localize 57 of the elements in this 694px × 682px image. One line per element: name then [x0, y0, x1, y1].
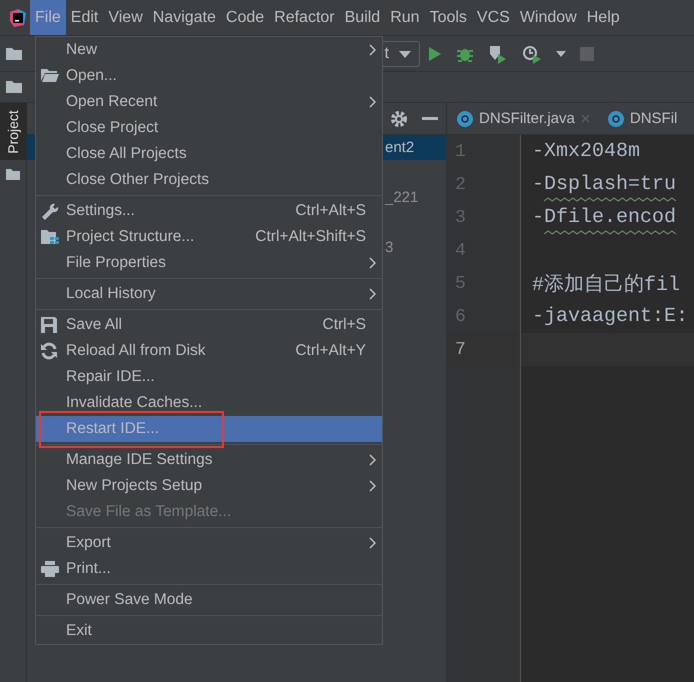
menu-item[interactable]: Export — [36, 530, 382, 556]
project-structure-icon — [4, 80, 22, 94]
menu-item[interactable]: Open Recent — [36, 89, 382, 115]
menu-bar-item[interactable]: Code — [220, 0, 270, 35]
menu-bar-item[interactable]: Tools — [424, 0, 472, 35]
menu-item[interactable]: Power Save Mode — [36, 587, 382, 613]
menu-item[interactable]: Save All Ctrl+S — [36, 312, 382, 338]
class-icon — [608, 110, 624, 126]
menu-bar-item[interactable]: Help — [582, 0, 625, 35]
menu-bar-item[interactable]: VCS — [472, 0, 515, 35]
menu-item[interactable]: Manage IDE Settings — [36, 447, 382, 473]
menu-item[interactable]: Close All Projects — [36, 141, 382, 167]
app-logo-icon — [8, 8, 28, 28]
coverage-shield-icon[interactable] — [488, 44, 508, 64]
settings-icon[interactable] — [390, 110, 408, 128]
menu-item[interactable]: Exit — [36, 618, 382, 644]
stop-icon[interactable] — [580, 46, 594, 60]
printer-icon — [40, 560, 60, 578]
reload-icon — [40, 342, 58, 360]
menu-item[interactable]: File Properties — [36, 250, 382, 276]
code-line: #添加自己的fil — [531, 272, 680, 297]
menu-item[interactable]: Reload All from Disk Ctrl+Alt+Y — [36, 338, 382, 364]
profiler-clock-icon[interactable] — [522, 44, 542, 64]
menu-item[interactable]: Project Structure... Ctrl+Alt+Shift+S — [36, 224, 382, 250]
menu-item[interactable]: Invalidate Caches... — [36, 390, 382, 416]
editor-tab[interactable]: DNSFilter.java — [447, 103, 598, 134]
run-icon[interactable] — [428, 46, 442, 62]
save-icon — [40, 316, 58, 334]
menu-bar-item[interactable]: View — [103, 0, 148, 35]
menu-bar-item[interactable]: Edit — [66, 0, 104, 35]
project-side-tab[interactable]: Project — [0, 103, 26, 160]
caret-icon[interactable] — [556, 50, 566, 56]
menu-item[interactable]: Print... — [36, 556, 382, 582]
wrench-icon — [40, 202, 60, 220]
menu-bar-item[interactable]: Build — [340, 0, 386, 35]
caret-icon — [399, 50, 411, 58]
code-line: -Xmx2048m — [531, 140, 640, 163]
code-line: -Dfile.encod — [531, 206, 676, 229]
menu-item[interactable]: New Projects Setup — [36, 473, 382, 499]
menu-item[interactable]: Settings... Ctrl+Alt+S — [36, 198, 382, 224]
menu-bar-item[interactable]: Run — [385, 0, 425, 35]
close-icon[interactable] — [580, 114, 590, 123]
code-line: -Dsplash=tru — [531, 173, 676, 196]
menu-item[interactable]: Local History — [36, 281, 382, 307]
menu-bar-item[interactable]: Navigate — [148, 0, 221, 35]
open-folder-icon — [4, 46, 22, 60]
menu-item[interactable]: Close Other Projects — [36, 167, 382, 193]
class-icon — [457, 110, 473, 126]
menu-item[interactable]: Repair IDE... — [36, 364, 382, 390]
folder-icon — [40, 67, 60, 83]
code-line: -javaagent:E: — [531, 305, 688, 328]
menu-bar-item[interactable]: Window — [514, 0, 582, 35]
editor-tab[interactable]: DNSFil — [598, 103, 686, 134]
menu-item[interactable]: Close Project — [36, 115, 382, 141]
folder-icon — [5, 168, 21, 181]
project-structure-icon — [40, 228, 60, 246]
menu-bar-item[interactable]: Refactor — [269, 0, 340, 35]
